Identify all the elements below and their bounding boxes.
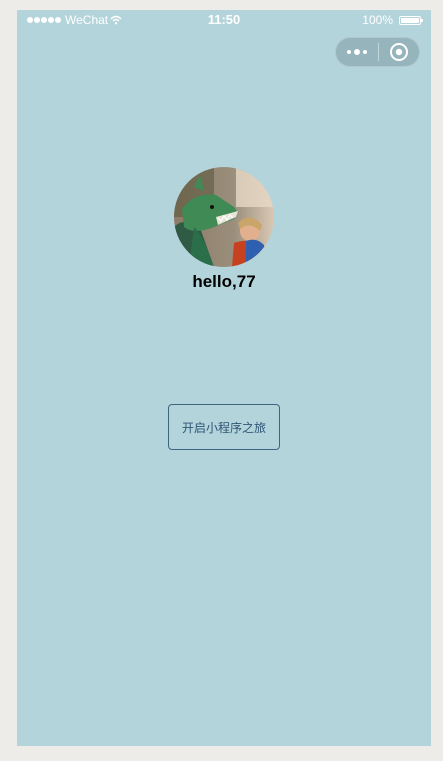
phone-screen: WeChat 11:50 100% hello,77 开启小程序之旅 (17, 10, 431, 746)
status-bar: WeChat 11:50 100% (17, 10, 431, 30)
more-dots-icon (346, 49, 367, 55)
capsule-menu-button[interactable] (336, 38, 378, 66)
battery-icon (399, 15, 423, 25)
avatar-image (174, 167, 274, 267)
mini-program-capsule (335, 37, 420, 67)
target-circle-icon (389, 43, 408, 61)
status-right: 100% (362, 13, 423, 27)
start-journey-button[interactable]: 开启小程序之旅 (168, 404, 280, 450)
capsule-close-button[interactable] (378, 38, 419, 66)
user-avatar (174, 167, 274, 267)
battery-percentage: 100% (362, 13, 393, 27)
greeting-text: hello,77 (192, 272, 256, 291)
